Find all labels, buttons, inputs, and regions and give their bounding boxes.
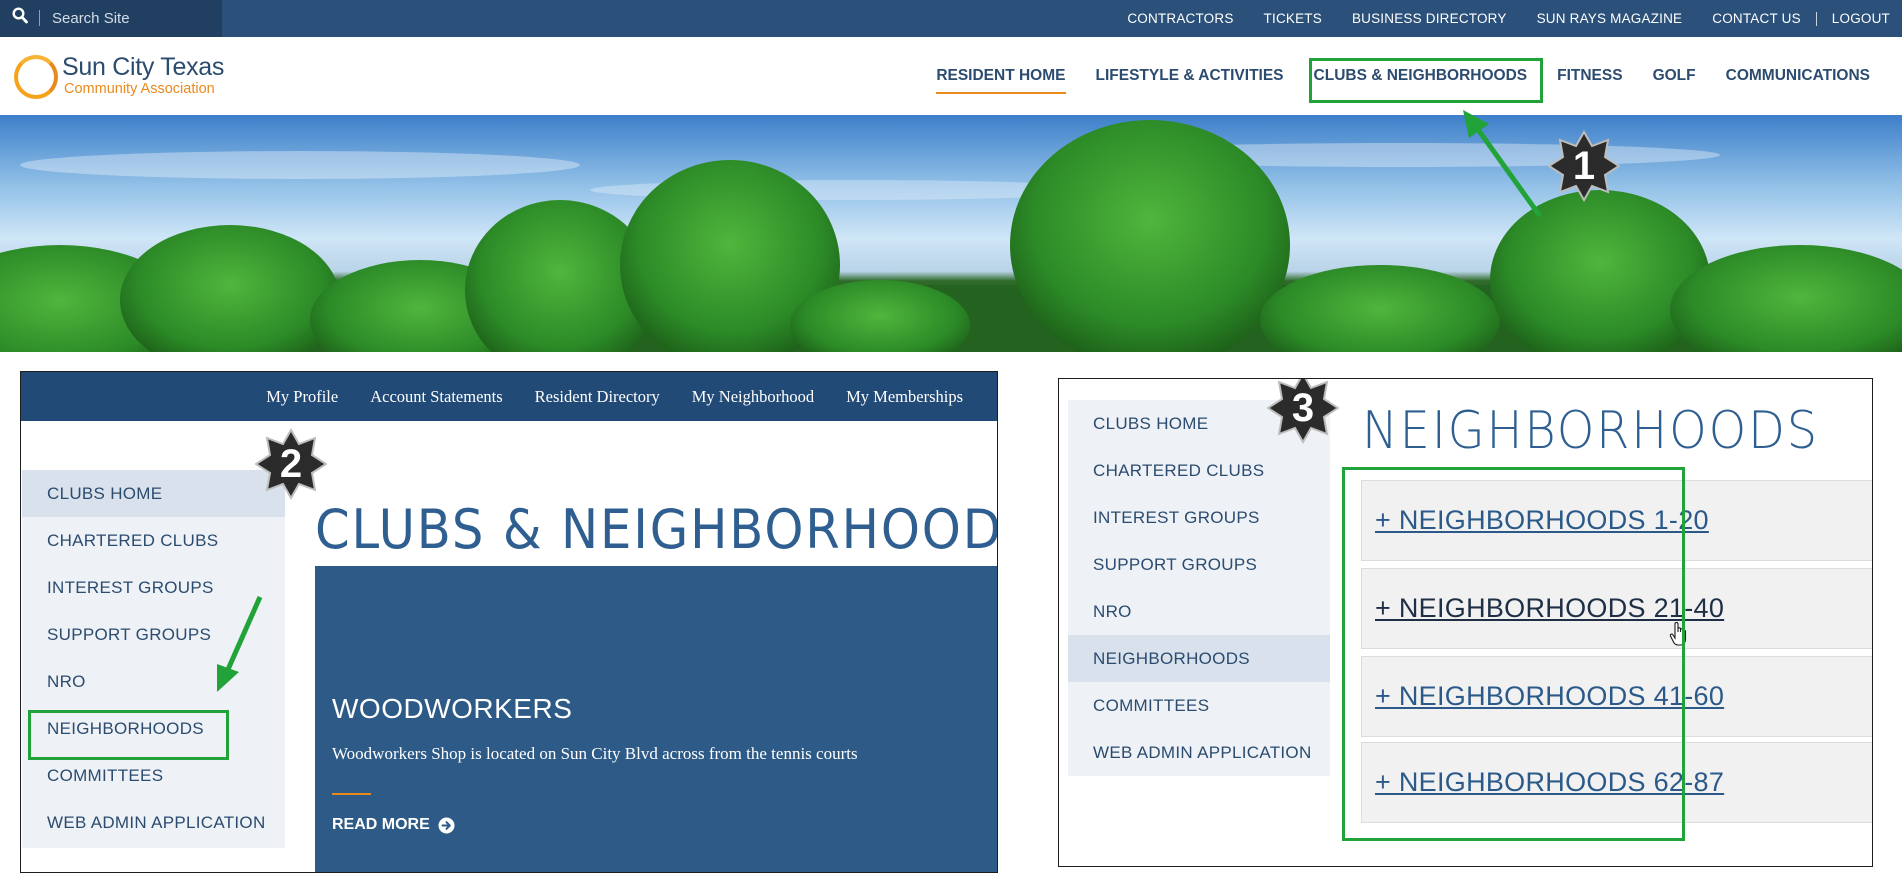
member-nav: My Profile Account Statements Resident D… (21, 372, 997, 421)
page-title: NEIGHBORHOODS (1362, 401, 1819, 461)
main-nav-resident-home[interactable]: RESIDENT HOME (921, 67, 1080, 94)
main-nav-golf[interactable]: GOLF (1638, 67, 1711, 85)
step-badge-2: 2 (255, 428, 327, 500)
search-divider (39, 10, 40, 26)
side-item-chartered-clubs[interactable]: CHARTERED CLUBS (1068, 447, 1330, 494)
highlight-box-clubs-nav (1309, 58, 1543, 103)
arrow-circle-right-icon (438, 817, 455, 833)
screenshot-panel-clubs: My Profile Account Statements Resident D… (20, 371, 998, 873)
card-title: WOODWORKERS (332, 693, 573, 724)
side-item-interest-groups[interactable]: INTEREST GROUPS (1068, 494, 1330, 541)
utility-link-contact-us[interactable]: CONTACT US (1697, 11, 1816, 26)
side-item-committees[interactable]: COMMITTEES (1068, 682, 1330, 729)
page-title: CLUBS & NEIGHBORHOODS (315, 498, 998, 561)
step-badge-3: 3 (1267, 379, 1339, 444)
logo-name: Sun City Texas (62, 53, 225, 81)
main-nav-lifestyle-activities[interactable]: LIFESTYLE & ACTIVITIES (1081, 67, 1299, 85)
utility-link-sun-rays-magazine[interactable]: SUN RAYS MAGAZINE (1522, 11, 1698, 26)
main-nav-fitness[interactable]: FITNESS (1542, 67, 1637, 85)
utility-link-business-directory[interactable]: BUSINESS DIRECTORY (1337, 11, 1522, 26)
step-badge-number: 2 (279, 442, 303, 486)
main-nav-communications[interactable]: COMMUNICATIONS (1711, 67, 1885, 85)
neighborhoods-side-menu: CLUBS HOME CHARTERED CLUBS INTEREST GROU… (1068, 400, 1330, 776)
card-description: Woodworkers Shop is located on Sun City … (332, 744, 858, 763)
search-input[interactable] (52, 8, 212, 29)
search-icon[interactable] (12, 7, 28, 25)
member-link-account-statements[interactable]: Account Statements (354, 387, 518, 407)
logo-sun-icon (14, 55, 58, 99)
card-divider (332, 793, 371, 795)
search-box[interactable] (0, 0, 222, 37)
arrow-icon (217, 595, 263, 692)
site-header: Sun City Texas Community Association RES… (0, 37, 1902, 115)
utility-bar: CONTRACTORS TICKETS BUSINESS DIRECTORY S… (0, 0, 1902, 37)
site-logo[interactable]: Sun City Texas Community Association (12, 53, 232, 99)
utility-link-logout[interactable]: LOGOUT (1817, 11, 1890, 26)
member-link-resident-directory[interactable]: Resident Directory (519, 387, 676, 407)
member-link-my-neighborhood[interactable]: My Neighborhood (676, 387, 830, 407)
utility-link-tickets[interactable]: TICKETS (1249, 11, 1337, 26)
screenshot-panel-neighborhoods: CLUBS HOME CHARTERED CLUBS INTEREST GROU… (1058, 378, 1873, 867)
highlight-box-neighborhoods (28, 710, 229, 760)
logo-subtitle: Community Association (64, 81, 215, 97)
arrow-icon (1463, 110, 1543, 218)
utility-links: CONTRACTORS TICKETS BUSINESS DIRECTORY S… (1112, 0, 1890, 37)
side-item-chartered-clubs[interactable]: CHARTERED CLUBS (22, 517, 285, 564)
side-item-neighborhoods[interactable]: NEIGHBORHOODS (1068, 635, 1330, 682)
member-link-my-profile[interactable]: My Profile (250, 387, 354, 407)
feature-card: WOODWORKERS Woodworkers Shop is located … (315, 566, 997, 872)
step-badge-number: 1 (1572, 144, 1596, 188)
utility-link-contractors[interactable]: CONTRACTORS (1112, 11, 1248, 26)
step-badge-number: 3 (1291, 386, 1315, 430)
read-more-link[interactable]: READ MORE (332, 816, 455, 834)
side-item-web-admin-application[interactable]: WEB ADMIN APPLICATION (1068, 729, 1330, 776)
member-link-my-memberships[interactable]: My Memberships (830, 387, 979, 407)
side-item-web-admin-application[interactable]: WEB ADMIN APPLICATION (22, 799, 285, 846)
step-badge-1: 1 (1548, 130, 1620, 202)
side-item-nro[interactable]: NRO (1068, 588, 1330, 635)
highlight-box-accordion (1342, 467, 1685, 841)
side-item-clubs-home[interactable]: CLUBS HOME (22, 470, 285, 517)
read-more-label: READ MORE (332, 816, 430, 833)
side-item-support-groups[interactable]: SUPPORT GROUPS (1068, 541, 1330, 588)
